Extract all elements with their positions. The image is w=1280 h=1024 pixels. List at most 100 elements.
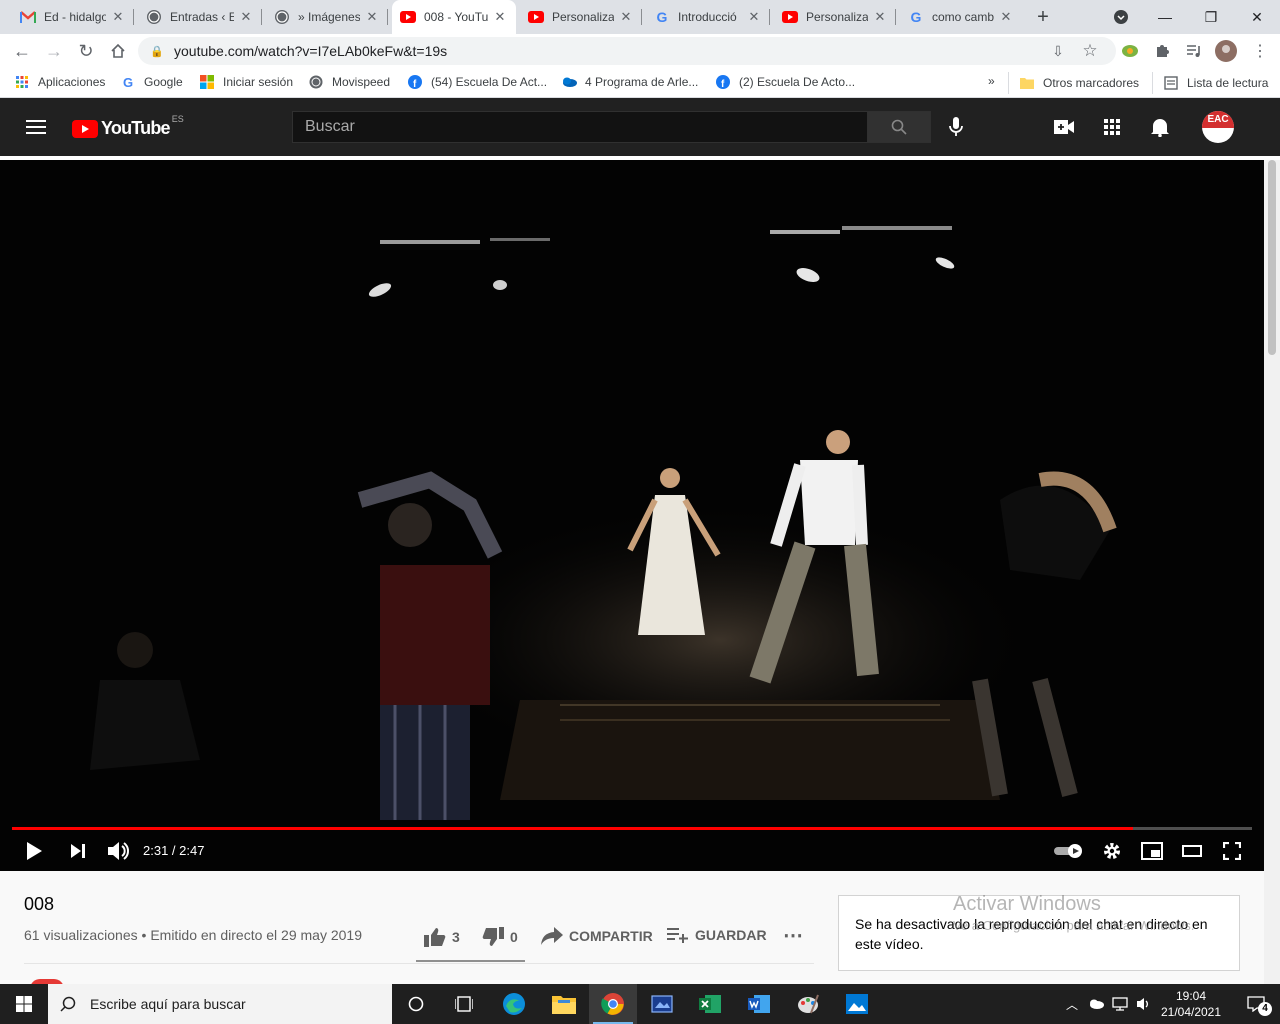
video-player[interactable]: 2:31 / 2:47 bbox=[0, 160, 1264, 871]
close-tab-icon[interactable]: ✕ bbox=[998, 9, 1014, 25]
restore-button[interactable]: ❐ bbox=[1188, 0, 1234, 34]
bookmark-reading-list[interactable]: Lista de lectura bbox=[1152, 72, 1268, 94]
close-tab-icon[interactable]: ✕ bbox=[110, 9, 126, 25]
tab-introduccion[interactable]: G Introducció ✕ bbox=[646, 0, 770, 34]
tab-gmail[interactable]: Ed - hidalgo ✕ bbox=[12, 0, 134, 34]
save-label: GUARDAR bbox=[695, 927, 767, 943]
notifications-bell-icon[interactable] bbox=[1148, 115, 1172, 139]
microphone-icon[interactable] bbox=[944, 115, 968, 139]
miniplayer-icon[interactable] bbox=[1140, 839, 1164, 863]
channel-avatar[interactable]: EAC bbox=[1202, 111, 1234, 143]
tab-youtube-active[interactable]: 008 - YouTu ✕ bbox=[392, 0, 516, 34]
youtube-search-button[interactable] bbox=[867, 111, 931, 143]
google-icon: G bbox=[122, 74, 134, 90]
photos-icon[interactable] bbox=[833, 984, 881, 1024]
facebook-icon: f bbox=[407, 74, 423, 90]
install-app-icon[interactable]: ⇩ bbox=[1046, 39, 1070, 63]
tab-imagenes[interactable]: » Imágenes ✕ bbox=[266, 0, 388, 34]
back-button[interactable]: ← bbox=[10, 39, 34, 63]
theater-mode-icon[interactable] bbox=[1180, 839, 1204, 863]
chrome-icon[interactable] bbox=[589, 984, 637, 1024]
bookmark-star-icon[interactable]: ☆ bbox=[1078, 39, 1102, 63]
tab-entradas[interactable]: Entradas ‹ E ✕ bbox=[138, 0, 262, 34]
taskbar-clock[interactable]: 19:04 21/04/2021 bbox=[1160, 988, 1222, 1020]
extension-icon[interactable] bbox=[1118, 39, 1142, 63]
video-meta: 61 visualizaciones • Emitido en directo … bbox=[24, 927, 362, 943]
youtube-logo[interactable]: YouTube ES bbox=[72, 114, 184, 139]
forward-button[interactable]: → bbox=[42, 39, 66, 63]
network-icon[interactable] bbox=[1108, 984, 1132, 1024]
more-bookmarks-button[interactable]: » bbox=[988, 74, 995, 88]
onedrive-tray-icon[interactable] bbox=[1084, 984, 1108, 1024]
show-hidden-icons-icon[interactable]: ︿ bbox=[1060, 984, 1084, 1024]
apps-icon[interactable] bbox=[1100, 115, 1124, 139]
address-bar[interactable]: 🔒 youtube.com/watch?v=I7eLAb0keFw&t=19s bbox=[138, 37, 1116, 65]
taskbar-search-box[interactable]: Escribe aquí para buscar bbox=[48, 984, 392, 1024]
close-window-button[interactable]: ✕ bbox=[1234, 0, 1280, 34]
volume-tray-icon[interactable] bbox=[1132, 984, 1156, 1024]
like-button[interactable]: 3 bbox=[424, 927, 460, 947]
home-button[interactable] bbox=[106, 39, 130, 63]
bookmark-iniciar-sesion[interactable]: Iniciar sesión bbox=[199, 74, 293, 90]
minimize-button[interactable]: — bbox=[1142, 0, 1188, 34]
edge-icon[interactable] bbox=[490, 984, 538, 1024]
page-scrollbar[interactable] bbox=[1264, 160, 1280, 984]
youtube-search-input[interactable]: Buscar bbox=[292, 111, 868, 143]
bookmark-programa[interactable]: 4 Programa de Arle... bbox=[561, 74, 698, 90]
bookmark-movispeed[interactable]: Movispeed bbox=[308, 74, 390, 90]
paint-icon[interactable] bbox=[784, 984, 832, 1024]
dislike-button[interactable]: 0 bbox=[482, 927, 518, 947]
time-display: 2:31 / 2:47 bbox=[143, 843, 205, 858]
reload-button[interactable]: ↻ bbox=[74, 39, 98, 63]
close-tab-icon[interactable]: ✕ bbox=[618, 9, 634, 25]
bookmark-google[interactable]: G Google bbox=[120, 74, 183, 90]
bookmark-otros[interactable]: Otros marcadores bbox=[1008, 72, 1139, 94]
video-info-section: 008 61 visualizaciones • Emitido en dire… bbox=[0, 871, 1264, 989]
play-icon[interactable] bbox=[22, 839, 46, 863]
tab-title: como camb bbox=[932, 10, 994, 24]
tab-personaliza-2[interactable]: Personaliza ✕ bbox=[774, 0, 896, 34]
share-button[interactable]: COMPARTIR bbox=[541, 927, 653, 945]
create-video-icon[interactable] bbox=[1052, 115, 1076, 139]
hamburger-menu-icon[interactable] bbox=[24, 115, 48, 139]
notification-center-icon[interactable]: 4 bbox=[1232, 984, 1280, 1024]
bookmark-label: Google bbox=[144, 75, 183, 89]
chrome-menu-icon[interactable]: ⋮ bbox=[1248, 39, 1272, 63]
task-view-icon[interactable] bbox=[440, 984, 488, 1024]
photo-app-icon[interactable] bbox=[638, 984, 686, 1024]
new-tab-button[interactable]: + bbox=[1020, 0, 1066, 34]
close-tab-icon[interactable]: ✕ bbox=[746, 9, 762, 25]
thumbs-down-icon bbox=[482, 927, 504, 947]
word-icon[interactable] bbox=[735, 984, 783, 1024]
save-button[interactable]: GUARDAR bbox=[667, 927, 767, 943]
bookmark-escuela-54[interactable]: f (54) Escuela De Act... bbox=[407, 74, 547, 90]
autoplay-toggle[interactable] bbox=[1054, 839, 1084, 863]
scrollbar-thumb[interactable] bbox=[1268, 160, 1276, 355]
bookmark-escuela-2[interactable]: f (2) Escuela De Acto... bbox=[715, 74, 855, 90]
close-tab-icon[interactable]: ✕ bbox=[492, 9, 508, 25]
next-icon[interactable] bbox=[66, 839, 90, 863]
file-explorer-icon[interactable] bbox=[540, 984, 588, 1024]
settings-gear-icon[interactable] bbox=[1100, 839, 1124, 863]
bookmark-label: Otros marcadores bbox=[1043, 76, 1140, 90]
excel-icon[interactable] bbox=[686, 984, 734, 1024]
more-actions-icon[interactable]: ⋯ bbox=[783, 923, 803, 948]
cortana-icon[interactable] bbox=[392, 984, 440, 1024]
fullscreen-icon[interactable] bbox=[1220, 839, 1244, 863]
windows-start-icon[interactable] bbox=[0, 984, 48, 1024]
media-control-icon[interactable] bbox=[1182, 39, 1206, 63]
tab-como-cambiar[interactable]: G como camb ✕ bbox=[900, 0, 1022, 34]
profile-avatar[interactable] bbox=[1214, 39, 1238, 63]
puzzle-icon[interactable] bbox=[1150, 39, 1174, 63]
volume-icon[interactable] bbox=[106, 839, 130, 863]
close-tab-icon[interactable]: ✕ bbox=[364, 9, 380, 25]
tab-search-button[interactable] bbox=[1098, 0, 1144, 34]
close-tab-icon[interactable]: ✕ bbox=[238, 9, 254, 25]
bookmark-apps[interactable]: Aplicaciones bbox=[14, 74, 105, 90]
meta-separator: • bbox=[141, 927, 147, 943]
globe-icon bbox=[308, 74, 324, 90]
tab-personaliza-1[interactable]: Personaliza ✕ bbox=[520, 0, 642, 34]
globe-icon bbox=[146, 9, 162, 25]
close-tab-icon[interactable]: ✕ bbox=[872, 9, 888, 25]
video-progress-bar[interactable] bbox=[12, 827, 1252, 830]
